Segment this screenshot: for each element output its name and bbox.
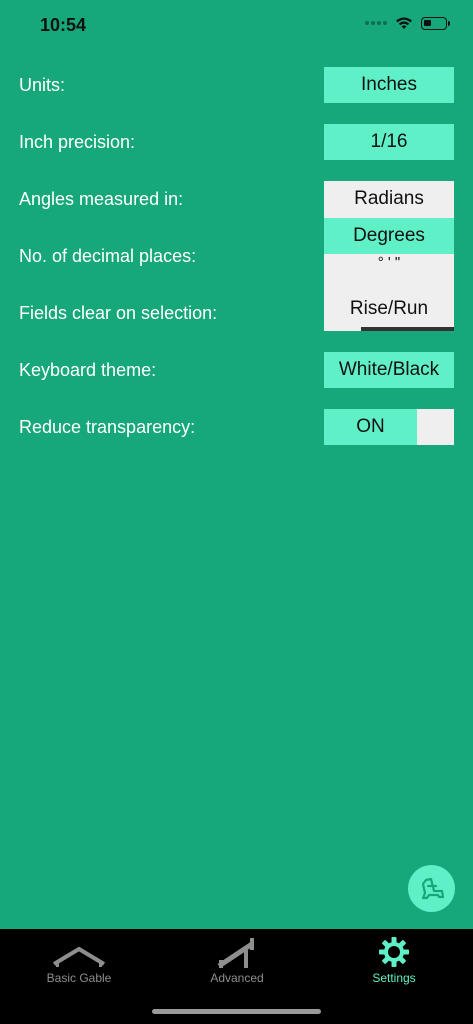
status-icons (365, 16, 450, 30)
status-bar: 10:54 (0, 0, 473, 50)
cellular-signal-icon (365, 21, 387, 25)
tab-basic-gable[interactable]: Basic Gable (0, 929, 158, 999)
dropdown-option-radians[interactable]: Radians (324, 181, 454, 217)
dropdown-option-dms[interactable]: ° ' " (324, 254, 454, 274)
gear-icon (379, 937, 409, 967)
tab-advanced[interactable]: Advanced (158, 929, 316, 999)
status-time: 10:54 (40, 15, 87, 35)
reduce-transparency-toggle[interactable]: ON (324, 409, 454, 445)
gable-roof-icon (52, 946, 106, 967)
inch-precision-label: Inch precision: (19, 132, 136, 152)
tab-bar: Basic Gable Advanced Settings (0, 929, 473, 1024)
units-label: Units: (19, 75, 66, 95)
floating-chair-button[interactable] (408, 865, 455, 912)
advanced-roof-icon (217, 938, 254, 968)
keyboard-theme-button[interactable]: White/Black (324, 352, 454, 388)
home-indicator[interactable] (152, 1009, 321, 1014)
reduce-transparency-label: Reduce transparency: (19, 417, 196, 437)
toggle-on-label: ON (324, 409, 417, 445)
dropdown-option-degrees[interactable]: Degrees (324, 218, 454, 254)
tab-label-advanced: Advanced (210, 971, 264, 985)
units-button[interactable]: Inches (324, 67, 454, 103)
wifi-icon (396, 17, 412, 29)
battery-icon (421, 16, 450, 30)
armchair-icon (421, 877, 444, 899)
tab-settings[interactable]: Settings (315, 929, 473, 999)
inch-precision-button[interactable]: 1/16 (324, 124, 454, 160)
angles-dropdown[interactable]: Radians Degrees ° ' " Rise/Run (324, 181, 454, 331)
angles-label: Angles measured in: (19, 189, 184, 209)
dropdown-option-rise-run[interactable]: Rise/Run (324, 291, 454, 327)
tab-label-settings: Settings (372, 971, 416, 985)
fields-clear-label: Fields clear on selection: (19, 303, 218, 323)
dropdown-scroll-indicator (361, 327, 454, 331)
tab-label-basic-gable: Basic Gable (46, 971, 112, 985)
keyboard-theme-label: Keyboard theme: (19, 360, 157, 380)
decimal-places-label: No. of decimal places: (19, 246, 197, 266)
